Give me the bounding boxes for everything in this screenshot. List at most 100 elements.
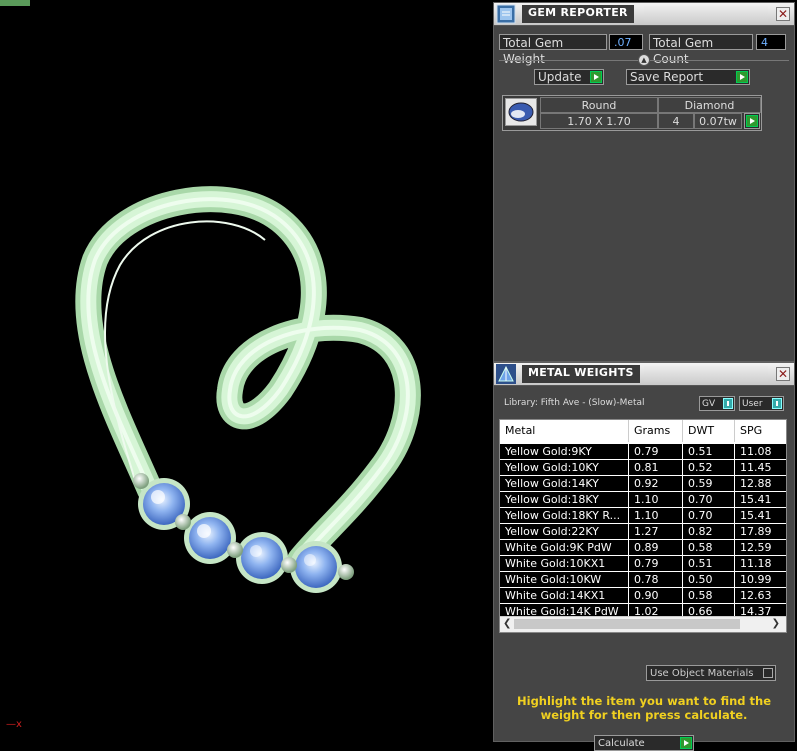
metal-weights-title: METAL WEIGHTS [522,365,640,383]
cell-metal: Yellow Gold:14KY [500,476,629,491]
table-row[interactable]: Yellow Gold:18KY 1.10 0.70 15.41 [500,492,786,508]
cell-grams: 1.10 [629,508,683,523]
table-row[interactable]: White Gold:10KX1 0.79 0.51 11.18 [500,556,786,572]
total-gem-count-value[interactable]: 4 [756,34,786,50]
table-row[interactable]: Yellow Gold:9KY 0.79 0.51 11.08 [500,444,786,460]
gem-type-cell: Diamond [658,97,761,113]
toggle-icon [723,398,733,409]
cell-dwt: 0.51 [683,444,735,459]
cell-dwt: 0.70 [683,508,735,523]
cell-spg: 12.88 [735,476,786,491]
metal-weights-titlebar[interactable]: METAL WEIGHTS ✕ [494,363,794,386]
library-label: Library: Fifth Ave - (Slow)-Metal [504,398,645,408]
table-row[interactable]: Yellow Gold:14KY 0.92 0.59 12.88 [500,476,786,492]
cell-metal: Yellow Gold:18KY [500,492,629,507]
cell-grams: 1.10 [629,492,683,507]
cell-dwt: 0.82 [683,524,735,539]
cell-dwt: 0.58 [683,588,735,603]
cell-metal: Yellow Gold:22KY [500,524,629,539]
cell-grams: 0.81 [629,460,683,475]
cell-metal: White Gold:10KW [500,572,629,587]
3d-viewport[interactable]: —x [0,0,493,742]
bead [175,514,191,530]
bead [133,473,149,489]
gem-reporter-title: GEM REPORTER [522,5,634,23]
play-icon [736,71,748,83]
cell-spg: 12.59 [735,540,786,555]
cell-dwt: 0.58 [683,540,735,555]
cell-grams: 0.79 [629,556,683,571]
column-header-metal[interactable]: Metal [500,420,629,442]
cell-metal: Yellow Gold:18KY R... [500,508,629,523]
column-header-grams[interactable]: Grams [629,420,683,442]
cell-spg: 11.45 [735,460,786,475]
cell-dwt: 0.50 [683,572,735,587]
table-row[interactable]: Yellow Gold:10KY 0.81 0.52 11.45 [500,460,786,476]
cell-dwt: 0.51 [683,556,735,571]
gv-toggle[interactable]: GV [699,396,735,411]
cell-dwt: 0.70 [683,492,735,507]
gem-weight-cell: 0.07tw [694,113,742,129]
use-object-materials-checkbox[interactable]: Use Object Materials [646,665,776,681]
gem-3 [236,532,288,584]
table-row[interactable]: Yellow Gold:22KY 1.27 0.82 17.89 [500,524,786,540]
total-gem-count-label: Total Gem Count [649,34,753,66]
gem-row-play-button[interactable] [744,113,760,129]
total-gem-weight-value[interactable]: .07 [609,34,643,50]
bead [338,564,354,580]
cell-metal: White Gold:10KX1 [500,556,629,571]
bead [227,542,243,558]
gem-4 [290,541,342,593]
gem-cut-cell: Round [540,97,658,113]
metal-weights-table[interactable]: Metal Grams DWT SPG Yellow Gold:9KY 0.79 0… [499,419,787,633]
cell-spg: 17.89 [735,524,786,539]
cell-spg: 15.41 [735,508,786,523]
axis-x-indicator: —x [6,719,22,730]
user-toggle[interactable]: User [739,396,784,411]
horizontal-scrollbar[interactable]: ❮ ❯ [500,616,786,632]
gem-reporter-icon [496,4,516,24]
gem-reporter-close-button[interactable]: ✕ [776,7,790,21]
cell-metal: White Gold:9K PdW [500,540,629,555]
cell-grams: 0.92 [629,476,683,491]
gem-list-row[interactable]: Round Diamond 1.70 X 1.70 4 0.07tw [502,95,762,131]
scroll-left-icon[interactable]: ❮ [503,618,511,629]
checkbox-icon [763,668,773,678]
save-report-button[interactable]: Save Report [626,69,750,85]
calculate-button[interactable]: Calculate [594,735,694,751]
gem-reporter-panel: GEM REPORTER ✕ Total Gem Weight .07 Tota… [493,2,795,362]
cell-spg: 12.63 [735,588,786,603]
cell-metal: White Gold:14KX1 [500,588,629,603]
collapse-knob[interactable]: ▲ [638,54,650,66]
scrollbar-thumb[interactable] [514,619,740,629]
metal-weights-close-button[interactable]: ✕ [776,367,790,381]
column-header-dwt[interactable]: DWT [683,420,735,442]
metal-weights-icon [496,364,516,384]
table-row[interactable]: White Gold:10KW 0.78 0.50 10.99 [500,572,786,588]
table-row[interactable]: White Gold:9K PdW 0.89 0.58 12.59 [500,540,786,556]
table-body: Yellow Gold:9KY 0.79 0.51 11.08 Yellow Gold:… [500,444,786,620]
cell-metal: Yellow Gold:9KY [500,444,629,459]
column-header-spg[interactable]: SPG [735,420,786,442]
scroll-right-icon[interactable]: ❯ [772,618,780,629]
update-button[interactable]: Update [534,69,604,85]
gem-thumbnail-icon [505,98,537,126]
instruction-text: Highlight the item you want to find the … [517,694,771,722]
total-gem-weight-label: Total Gem Weight [499,34,607,66]
cell-spg: 10.99 [735,572,786,587]
table-row[interactable]: White Gold:14KX1 0.90 0.58 12.63 [500,588,786,604]
gem-reporter-titlebar[interactable]: GEM REPORTER ✕ [494,3,794,26]
metal-wire [80,191,416,568]
cell-dwt: 0.52 [683,460,735,475]
cell-metal: Yellow Gold:10KY [500,460,629,475]
cell-grams: 0.78 [629,572,683,587]
cell-grams: 0.90 [629,588,683,603]
toggle-icon [772,398,782,409]
gem-size-cell: 1.70 X 1.70 [540,113,658,129]
cell-dwt: 0.59 [683,476,735,491]
cell-grams: 1.27 [629,524,683,539]
cell-spg: 11.18 [735,556,786,571]
cell-grams: 0.79 [629,444,683,459]
table-row[interactable]: Yellow Gold:18KY R... 1.10 0.70 15.41 [500,508,786,524]
bead [281,557,297,573]
